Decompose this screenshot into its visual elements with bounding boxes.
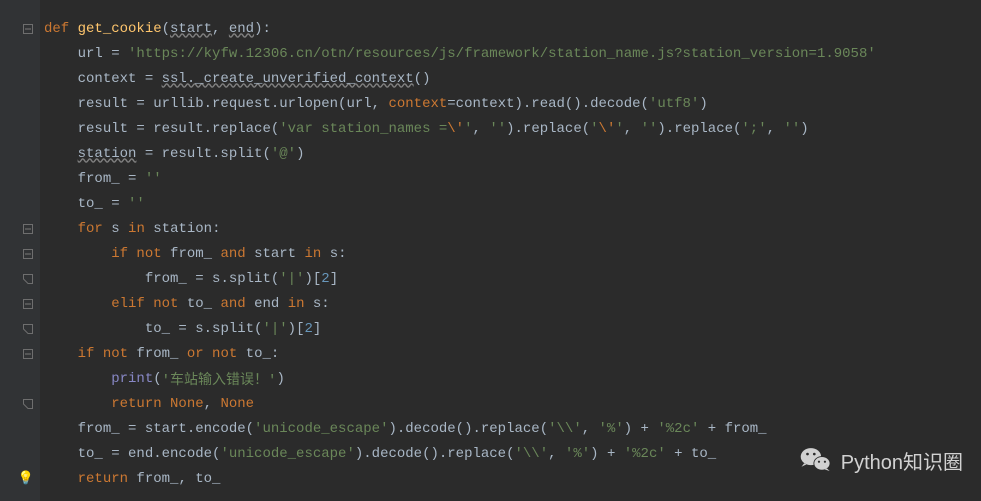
fold-minus-icon[interactable] [22,348,34,360]
code-line: if not from_ or not to_: [44,341,981,366]
lightbulb-icon[interactable]: 💡 [18,471,34,486]
code-content[interactable]: def get_cookie(start, end): url = 'https… [40,0,981,501]
fold-minus-icon[interactable] [22,248,34,260]
watermark: Python知识圈 [799,443,963,477]
code-line: if not from_ and start in s: [44,241,981,266]
code-line: station = result.split('@') [44,141,981,166]
code-line: elif not to_ and end in s: [44,291,981,316]
fold-minus-icon[interactable] [22,23,34,35]
code-line: result = urllib.request.urlopen(url, con… [44,91,981,116]
code-line: print('车站输入错误！') [44,366,981,391]
fold-close-icon[interactable] [22,398,34,410]
code-line: url = 'https://kyfw.12306.cn/otn/resourc… [44,41,981,66]
code-line: from_ = '' [44,166,981,191]
fold-minus-icon[interactable] [22,298,34,310]
code-editor[interactable]: 💡 def get_cookie(start, end): url = 'htt… [0,0,981,501]
code-line: from_ = s.split('|')[2] [44,266,981,291]
wechat-icon [799,443,833,477]
code-line: for s in station: [44,216,981,241]
code-line: to_ = s.split('|')[2] [44,316,981,341]
code-line: from_ = start.encode('unicode_escape').d… [44,416,981,441]
code-line: to_ = '' [44,191,981,216]
code-line: return None, None [44,391,981,416]
fold-close-icon[interactable] [22,273,34,285]
code-line: def get_cookie(start, end): [44,16,981,41]
code-line: result = result.replace('var station_nam… [44,116,981,141]
code-line: context = ssl._create_unverified_context… [44,66,981,91]
watermark-text: Python知识圈 [841,446,963,475]
fold-minus-icon[interactable] [22,223,34,235]
fold-close-icon[interactable] [22,323,34,335]
editor-gutter: 💡 [0,0,40,501]
